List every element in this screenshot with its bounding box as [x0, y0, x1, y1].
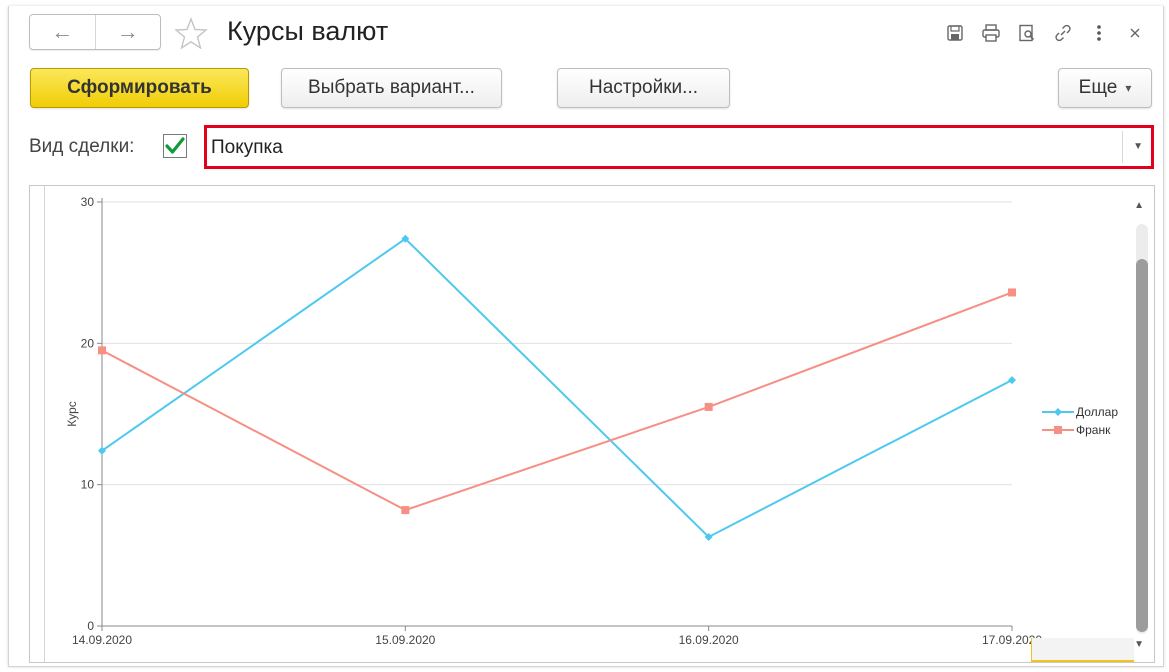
active-cell-indicator — [1031, 638, 1134, 662]
more-button-label: Еще — [1078, 77, 1118, 98]
generate-button[interactable]: Сформировать — [30, 68, 249, 108]
scroll-up-arrow-icon[interactable]: ▲ — [1134, 200, 1144, 211]
scrollbar-thumb[interactable] — [1136, 259, 1148, 632]
data-point — [1008, 288, 1016, 297]
data-point — [1008, 376, 1016, 385]
currency-rate-chart: 010203014.09.2020 15.09.2020 16.09.2020 17.… — [65, 195, 1118, 647]
link-icon[interactable] — [1045, 18, 1081, 48]
y-tick-label: 0 — [87, 619, 94, 633]
choose-variant-button[interactable]: Выбрать вариант... — [281, 68, 502, 108]
close-icon[interactable] — [1117, 18, 1153, 48]
title-bar-actions — [937, 18, 1153, 48]
x-tick-label: 15.09.2020 — [375, 633, 435, 647]
report-window: ← → Курсы валют Сформировать Выбрать вар… — [8, 6, 1164, 667]
data-point — [704, 402, 713, 411]
more-button[interactable]: Еще ▾ — [1058, 68, 1152, 108]
deal-type-select[interactable]: Покупка ▼ — [204, 125, 1154, 169]
settings-button[interactable]: Настройки... — [557, 68, 730, 108]
series-line-2 — [101, 291, 1013, 512]
navigation-buttons: ← → — [29, 14, 161, 50]
data-point — [98, 346, 106, 355]
data-point — [401, 506, 410, 515]
y-axis-label: Курс — [65, 401, 79, 427]
save-icon[interactable] — [937, 18, 973, 48]
checkmark-icon — [165, 137, 185, 154]
deal-type-checkbox[interactable] — [163, 134, 187, 158]
scroll-down-arrow-icon[interactable]: ▼ — [1134, 639, 1144, 650]
preview-icon[interactable] — [1009, 18, 1045, 48]
arrow-right-icon: → — [116, 19, 139, 44]
y-tick-label: 10 — [81, 478, 95, 492]
arrow-left-icon: ← — [51, 19, 74, 44]
x-tick-label: 14.09.2020 — [72, 633, 132, 647]
deal-type-label: Вид сделки: — [29, 136, 135, 157]
forward-button[interactable]: → — [94, 15, 161, 49]
back-button[interactable]: ← — [30, 15, 95, 49]
report-area[interactable]: 0 10 20 30 14.09.2020 15.09.2020 16.09.2020 17.… — [29, 185, 1155, 663]
legend-label: Франк — [1076, 423, 1111, 437]
favorite-star-icon[interactable] — [171, 15, 211, 51]
page-title: Курсы валют — [227, 16, 389, 46]
caret-down-icon: ▾ — [1125, 81, 1132, 95]
dropdown-arrow-icon[interactable]: ▼ — [1133, 141, 1143, 152]
select-divider — [1122, 131, 1123, 163]
print-icon[interactable] — [973, 18, 1009, 48]
deal-type-value: Покупка — [211, 137, 283, 158]
y-tick-label: 30 — [81, 195, 95, 209]
legend-marker — [1054, 426, 1062, 434]
x-tick-label: 16.09.2020 — [679, 633, 739, 647]
legend-marker — [1054, 408, 1062, 416]
series-line-1 — [101, 237, 1013, 539]
y-tick-label: 20 — [81, 336, 95, 350]
more-vertical-icon[interactable] — [1081, 18, 1117, 48]
legend-label: Доллар — [1076, 405, 1118, 419]
